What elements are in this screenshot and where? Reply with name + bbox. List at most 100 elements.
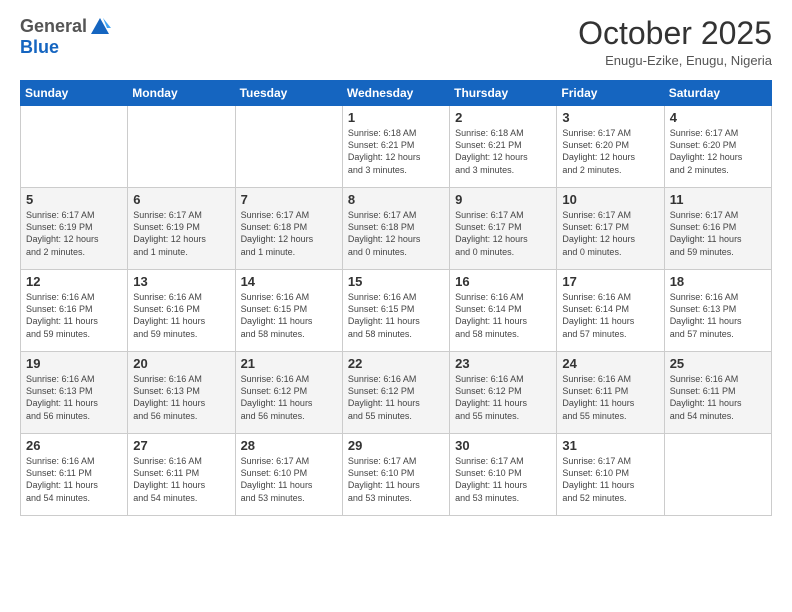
day-number: 19	[26, 356, 122, 371]
day-info: Sunrise: 6:17 AM Sunset: 6:10 PM Dayligh…	[562, 455, 658, 504]
weekday-header-tuesday: Tuesday	[235, 81, 342, 106]
weekday-header-row: SundayMondayTuesdayWednesdayThursdayFrid…	[21, 81, 772, 106]
day-info: Sunrise: 6:17 AM Sunset: 6:19 PM Dayligh…	[133, 209, 229, 258]
calendar-cell: 11 Sunrise: 6:17 AM Sunset: 6:16 PM Dayli…	[664, 188, 771, 270]
day-number: 5	[26, 192, 122, 207]
calendar-cell: 31 Sunrise: 6:17 AM Sunset: 6:10 PM Dayli…	[557, 434, 664, 516]
calendar-cell: 3 Sunrise: 6:17 AM Sunset: 6:20 PM Daylig…	[557, 106, 664, 188]
calendar-cell: 17Sunrise: 6:16 AM Sunset: 6:14 PM Dayli…	[557, 270, 664, 352]
calendar-cell: 28 Sunrise: 6:17 AM Sunset: 6:10 PM Dayli…	[235, 434, 342, 516]
calendar-cell: 14 Sunrise: 6:16 AM Sunset: 6:15 PM Dayli…	[235, 270, 342, 352]
calendar-cell: 8 Sunrise: 6:17 AM Sunset: 6:18 PM Daylig…	[342, 188, 449, 270]
day-info: Sunrise: 6:18 AM Sunset: 6:21 PM Dayligh…	[455, 127, 551, 176]
location: Enugu-Ezike, Enugu, Nigeria	[578, 53, 772, 68]
day-number: 9	[455, 192, 551, 207]
day-number: 8	[348, 192, 444, 207]
week-row-2: 5 Sunrise: 6:17 AM Sunset: 6:19 PM Daylig…	[21, 188, 772, 270]
day-number: 14	[241, 274, 337, 289]
calendar-cell	[664, 434, 771, 516]
week-row-3: 12 Sunrise: 6:16 AM Sunset: 6:16 PM Dayli…	[21, 270, 772, 352]
calendar-cell: 30 Sunrise: 6:17 AM Sunset: 6:10 PM Dayli…	[450, 434, 557, 516]
header: General Blue October 2025 Enugu-Ezike, E…	[20, 16, 772, 68]
day-info: Sunrise: 6:16 AM Sunset: 6:12 PM Dayligh…	[241, 373, 337, 422]
day-info: Sunrise: 6:17 AM Sunset: 6:18 PM Dayligh…	[348, 209, 444, 258]
calendar-cell: 19Sunrise: 6:16 AM Sunset: 6:13 PM Dayli…	[21, 352, 128, 434]
weekday-header-wednesday: Wednesday	[342, 81, 449, 106]
day-info: Sunrise: 6:17 AM Sunset: 6:17 PM Dayligh…	[562, 209, 658, 258]
calendar-cell: 24 Sunrise: 6:16 AM Sunset: 6:11 PM Dayli…	[557, 352, 664, 434]
day-number: 7	[241, 192, 337, 207]
day-info: Sunrise: 6:16 AM Sunset: 6:11 PM Dayligh…	[562, 373, 658, 422]
calendar-cell: 20 Sunrise: 6:16 AM Sunset: 6:13 PM Dayli…	[128, 352, 235, 434]
day-number: 12	[26, 274, 122, 289]
day-number: 21	[241, 356, 337, 371]
day-info: Sunrise: 6:17 AM Sunset: 6:18 PM Dayligh…	[241, 209, 337, 258]
day-info: Sunrise: 6:16 AM Sunset: 6:15 PM Dayligh…	[241, 291, 337, 340]
day-number: 24	[562, 356, 658, 371]
calendar-table: SundayMondayTuesdayWednesdayThursdayFrid…	[20, 80, 772, 516]
calendar-cell: 6Sunrise: 6:17 AM Sunset: 6:19 PM Daylig…	[128, 188, 235, 270]
logo-blue-text: Blue	[20, 38, 111, 58]
day-info: Sunrise: 6:17 AM Sunset: 6:10 PM Dayligh…	[348, 455, 444, 504]
day-info: Sunrise: 6:16 AM Sunset: 6:14 PM Dayligh…	[455, 291, 551, 340]
calendar-cell: 10Sunrise: 6:17 AM Sunset: 6:17 PM Dayli…	[557, 188, 664, 270]
calendar-cell: 7 Sunrise: 6:17 AM Sunset: 6:18 PM Daylig…	[235, 188, 342, 270]
calendar-cell: 12 Sunrise: 6:16 AM Sunset: 6:16 PM Dayli…	[21, 270, 128, 352]
day-info: Sunrise: 6:17 AM Sunset: 6:16 PM Dayligh…	[670, 209, 766, 258]
title-block: October 2025 Enugu-Ezike, Enugu, Nigeria	[578, 16, 772, 68]
calendar-cell	[128, 106, 235, 188]
calendar-cell: 23Sunrise: 6:16 AM Sunset: 6:12 PM Dayli…	[450, 352, 557, 434]
calendar-cell: 22Sunrise: 6:16 AM Sunset: 6:12 PM Dayli…	[342, 352, 449, 434]
day-number: 20	[133, 356, 229, 371]
day-info: Sunrise: 6:16 AM Sunset: 6:14 PM Dayligh…	[562, 291, 658, 340]
day-info: Sunrise: 6:17 AM Sunset: 6:10 PM Dayligh…	[455, 455, 551, 504]
day-number: 11	[670, 192, 766, 207]
calendar-cell: 29 Sunrise: 6:17 AM Sunset: 6:10 PM Dayli…	[342, 434, 449, 516]
day-number: 16	[455, 274, 551, 289]
day-info: Sunrise: 6:18 AM Sunset: 6:21 PM Dayligh…	[348, 127, 444, 176]
page: General Blue October 2025 Enugu-Ezike, E…	[0, 0, 792, 612]
day-number: 29	[348, 438, 444, 453]
weekday-header-saturday: Saturday	[664, 81, 771, 106]
day-number: 26	[26, 438, 122, 453]
calendar-cell: 26 Sunrise: 6:16 AM Sunset: 6:11 PM Dayli…	[21, 434, 128, 516]
day-info: Sunrise: 6:16 AM Sunset: 6:12 PM Dayligh…	[455, 373, 551, 422]
day-number: 3	[562, 110, 658, 125]
day-number: 1	[348, 110, 444, 125]
day-number: 4	[670, 110, 766, 125]
week-row-4: 19 Sunrise: 6:16 AM Sunset: 6:13 PM Dayli…	[21, 352, 772, 434]
weekday-header-monday: Monday	[128, 81, 235, 106]
day-number: 28	[241, 438, 337, 453]
day-number: 18	[670, 274, 766, 289]
calendar-cell: 21 Sunrise: 6:16 AM Sunset: 6:12 PM Dayli…	[235, 352, 342, 434]
day-info: Sunrise: 6:16 AM Sunset: 6:13 PM Dayligh…	[670, 291, 766, 340]
logo: General Blue	[20, 16, 111, 58]
day-info: Sunrise: 6:17 AM Sunset: 6:20 PM Dayligh…	[562, 127, 658, 176]
day-number: 15	[348, 274, 444, 289]
calendar-cell: 15 Sunrise: 6:16 AM Sunset: 6:15 PM Dayli…	[342, 270, 449, 352]
day-info: Sunrise: 6:17 AM Sunset: 6:19 PM Dayligh…	[26, 209, 122, 258]
day-info: Sunrise: 6:16 AM Sunset: 6:16 PM Dayligh…	[133, 291, 229, 340]
day-info: Sunrise: 6:17 AM Sunset: 6:10 PM Dayligh…	[241, 455, 337, 504]
day-number: 13	[133, 274, 229, 289]
day-number: 30	[455, 438, 551, 453]
weekday-header-friday: Friday	[557, 81, 664, 106]
week-row-1: 1 Sunrise: 6:18 AM Sunset: 6:21 PM Daylig…	[21, 106, 772, 188]
day-info: Sunrise: 6:16 AM Sunset: 6:13 PM Dayligh…	[133, 373, 229, 422]
weekday-header-thursday: Thursday	[450, 81, 557, 106]
weekday-header-sunday: Sunday	[21, 81, 128, 106]
day-info: Sunrise: 6:16 AM Sunset: 6:11 PM Dayligh…	[133, 455, 229, 504]
calendar-cell: 5 Sunrise: 6:17 AM Sunset: 6:19 PM Daylig…	[21, 188, 128, 270]
day-info: Sunrise: 6:16 AM Sunset: 6:16 PM Dayligh…	[26, 291, 122, 340]
day-info: Sunrise: 6:16 AM Sunset: 6:11 PM Dayligh…	[26, 455, 122, 504]
logo-icon	[89, 16, 111, 38]
calendar-cell: 18 Sunrise: 6:16 AM Sunset: 6:13 PM Dayli…	[664, 270, 771, 352]
calendar-cell: 2Sunrise: 6:18 AM Sunset: 6:21 PM Daylig…	[450, 106, 557, 188]
day-number: 22	[348, 356, 444, 371]
logo-general-text: General	[20, 17, 87, 37]
day-info: Sunrise: 6:16 AM Sunset: 6:15 PM Dayligh…	[348, 291, 444, 340]
day-number: 31	[562, 438, 658, 453]
calendar-cell: 25Sunrise: 6:16 AM Sunset: 6:11 PM Dayli…	[664, 352, 771, 434]
month-title: October 2025	[578, 16, 772, 51]
week-row-5: 26 Sunrise: 6:16 AM Sunset: 6:11 PM Dayli…	[21, 434, 772, 516]
